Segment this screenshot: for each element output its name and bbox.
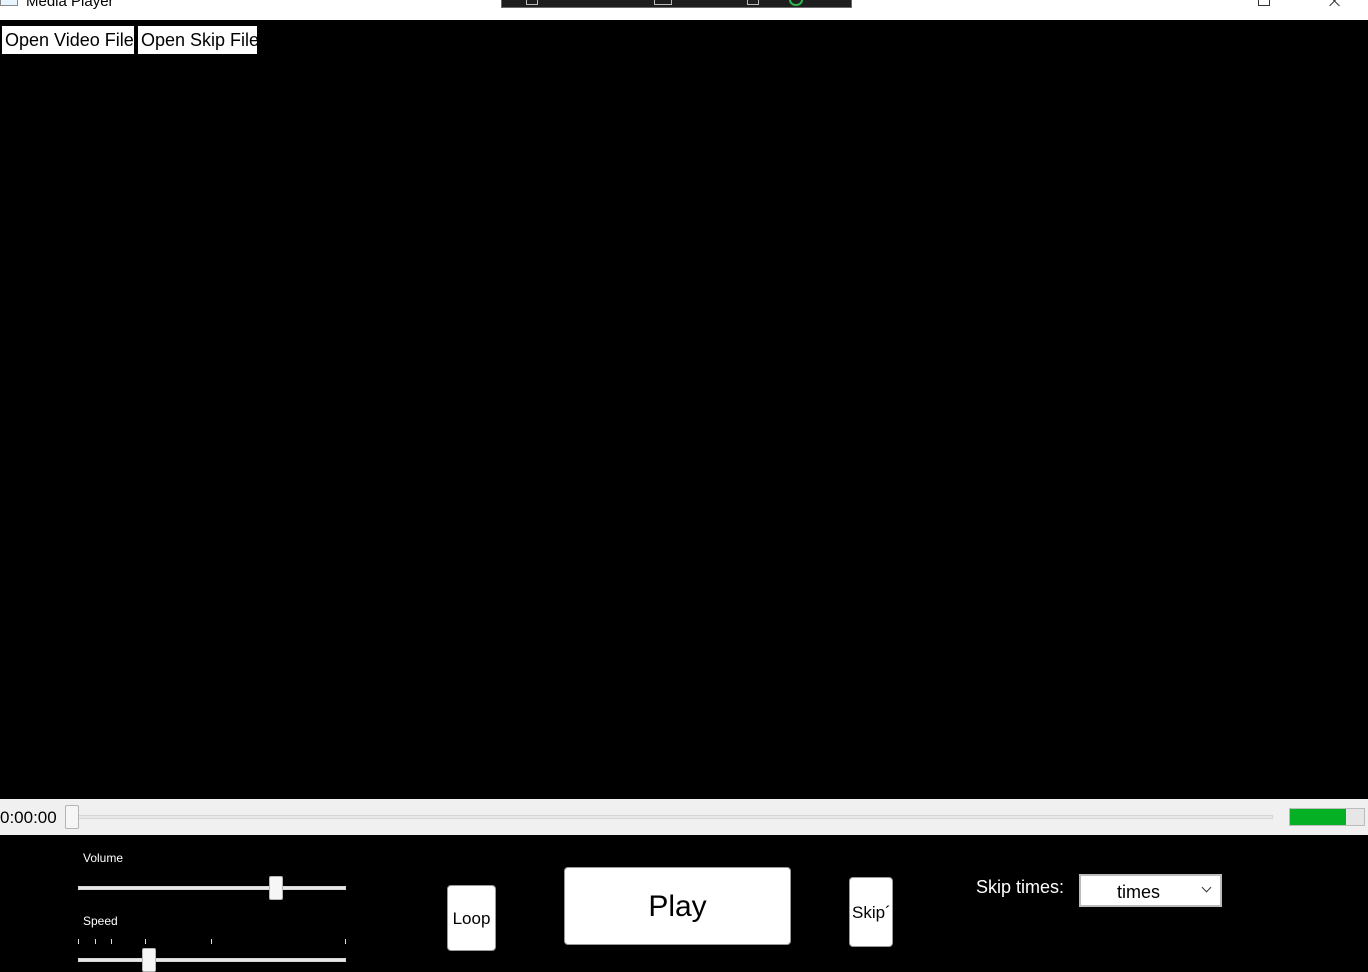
current-time: 0:00:00 bbox=[0, 808, 57, 827]
seek-slider-track[interactable] bbox=[68, 815, 1273, 819]
loop-button[interactable]: Loop bbox=[447, 885, 496, 951]
speed-tick bbox=[211, 939, 212, 944]
open-video-file-button[interactable]: Open Video File bbox=[1, 25, 135, 55]
volume-label: Volume bbox=[83, 851, 124, 865]
toolbar-circle-icon[interactable] bbox=[789, 0, 803, 6]
skip-button[interactable]: Skip´ bbox=[849, 877, 893, 947]
play-button[interactable]: Play bbox=[564, 867, 791, 945]
volume-slider-thumb[interactable] bbox=[268, 876, 283, 900]
speed-tick bbox=[95, 939, 96, 944]
skip-times-dropdown[interactable]: times bbox=[1079, 874, 1222, 907]
skip-times-label: Skip times: bbox=[976, 877, 1065, 897]
toolbar-glyph-icon[interactable] bbox=[526, 0, 538, 5]
speed-tick bbox=[145, 939, 146, 944]
buffer-progress-bar bbox=[1289, 808, 1365, 826]
floating-toolbar[interactable] bbox=[501, 0, 852, 8]
speed-slider-track[interactable] bbox=[78, 958, 346, 962]
maximize-icon[interactable] bbox=[1258, 0, 1270, 6]
speed-tick bbox=[78, 939, 79, 944]
toolbar-glyph-icon[interactable] bbox=[747, 0, 759, 5]
progress-fill bbox=[1290, 809, 1346, 825]
open-skip-file-button[interactable]: Open Skip File bbox=[137, 25, 259, 55]
app-icon bbox=[0, 0, 18, 6]
video-area[interactable] bbox=[0, 20, 1368, 799]
speed-slider-thumb[interactable] bbox=[141, 948, 156, 972]
close-icon[interactable] bbox=[1326, 0, 1344, 8]
speed-label: Speed bbox=[83, 914, 118, 928]
toolbar-square-icon[interactable] bbox=[654, 0, 672, 5]
speed-tick bbox=[345, 939, 346, 944]
title-bar: Media Player bbox=[0, 0, 1368, 20]
seek-slider-thumb[interactable] bbox=[65, 805, 79, 829]
chevron-down-icon bbox=[1201, 882, 1212, 893]
volume-slider-track[interactable] bbox=[78, 886, 346, 890]
window-title: Media Player bbox=[26, 0, 114, 10]
skip-times-selected: times bbox=[1116, 882, 1160, 902]
speed-tick bbox=[111, 939, 112, 944]
